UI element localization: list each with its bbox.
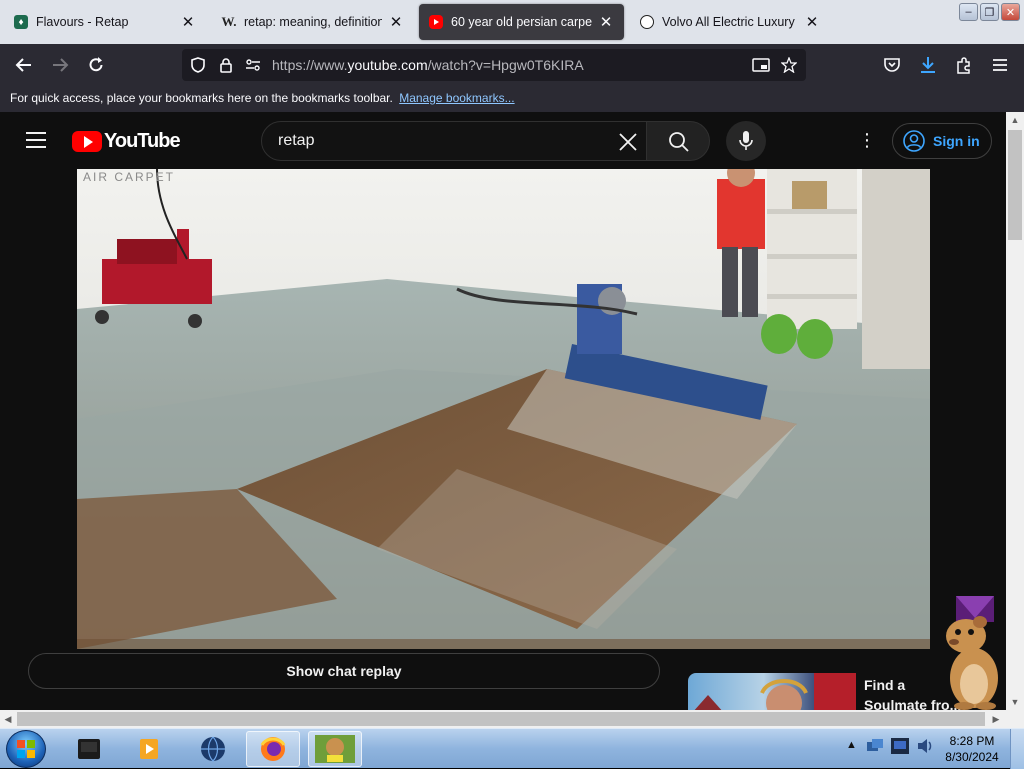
bookmarks-toolbar: For quick access, place your bookmarks h… xyxy=(0,86,1024,112)
tab-title: Flavours - Retap xyxy=(36,15,129,29)
close-tab-icon[interactable]: ✕ xyxy=(804,13,820,31)
show-hidden-icons-arrow[interactable]: ▲ xyxy=(846,739,857,751)
vertical-scroll-thumb[interactable] xyxy=(1008,130,1022,240)
vertical-scrollbar[interactable]: ▲ ▼ xyxy=(1006,112,1024,710)
watch-page: AIR CARPET Show chat replay Find a Soulm… xyxy=(0,169,1006,710)
scroll-down-arrow-icon[interactable]: ▼ xyxy=(1006,694,1024,710)
globe-icon[interactable] xyxy=(186,731,240,767)
tab-title: 60 year old persian carpet th xyxy=(451,15,592,29)
volvo-icon xyxy=(640,15,654,29)
close-tab-icon[interactable]: ✕ xyxy=(598,13,614,31)
clock-time: 8:28 PM xyxy=(949,734,995,748)
search-input[interactable]: retap xyxy=(261,121,647,161)
picture-in-picture-icon[interactable] xyxy=(752,55,770,75)
bookmarks-message: For quick access, place your bookmarks h… xyxy=(10,91,393,105)
tab-flavours-retap[interactable]: ♦ Flavours - Retap ✕ xyxy=(4,4,206,40)
tracking-shield-icon[interactable] xyxy=(189,55,207,75)
manage-bookmarks-link[interactable]: Manage bookmarks... xyxy=(399,91,514,105)
sign-in-label: Sign in xyxy=(933,133,980,149)
network-icon[interactable] xyxy=(866,737,884,758)
search-icon xyxy=(669,132,689,152)
voice-search-button[interactable] xyxy=(726,121,766,161)
tab-volvo-electric[interactable]: Volvo All Electric Luxury Vehi ✕ xyxy=(630,4,830,40)
horizontal-scroll-thumb[interactable] xyxy=(17,712,985,726)
close-window-button[interactable]: ✕ xyxy=(1001,3,1020,21)
account-circle-icon xyxy=(903,130,925,152)
guide-menu-icon[interactable] xyxy=(26,132,46,148)
search-button[interactable] xyxy=(646,121,710,161)
browser-tab-strip: ♦ Flavours - Retap ✕ W. retap: meaning, … xyxy=(0,0,1024,44)
start-button[interactable] xyxy=(6,730,46,768)
window-controls: – ❐ ✕ xyxy=(959,3,1020,21)
scroll-right-arrow-icon[interactable]: ▶ xyxy=(988,710,1004,728)
show-chat-replay-button[interactable]: Show chat replay xyxy=(28,653,660,689)
youtube-wordmark: YouTube xyxy=(104,130,181,152)
search-query: retap xyxy=(278,132,315,149)
downloads-icon[interactable] xyxy=(916,54,940,76)
close-tab-icon[interactable]: ✕ xyxy=(180,13,196,31)
settings-more-icon[interactable]: ⋮ xyxy=(858,131,876,150)
video-player[interactable]: AIR CARPET xyxy=(77,169,930,649)
firefox-icon[interactable] xyxy=(246,731,300,767)
lock-icon[interactable] xyxy=(217,55,235,75)
restore-button[interactable]: ❐ xyxy=(980,3,999,21)
tab-retap-meaning[interactable]: W. retap: meaning, definition - W ✕ xyxy=(212,4,414,40)
windows-taskbar: ▲ 8:28 PM 8/30/2024 xyxy=(0,728,1024,769)
tab-title: Volvo All Electric Luxury Vehi xyxy=(662,15,798,29)
youtube-logo[interactable]: YouTube xyxy=(72,130,181,153)
minimize-button[interactable]: – xyxy=(959,3,978,21)
hamster-mascot[interactable] xyxy=(940,596,1006,712)
youtube-icon xyxy=(429,15,443,29)
tab-persian-carpet-video[interactable]: 60 year old persian carpet th ✕ xyxy=(419,4,624,40)
system-clock[interactable]: 8:28 PM 8/30/2024 xyxy=(942,733,1002,765)
horizontal-scrollbar[interactable]: ◀ ▶ xyxy=(0,710,1024,728)
scroll-up-arrow-icon[interactable]: ▲ xyxy=(1006,112,1024,128)
game-box-icon[interactable] xyxy=(308,731,362,767)
speaker-icon[interactable] xyxy=(916,737,934,758)
video-frame: AIR CARPET xyxy=(77,169,930,649)
clock-date: 8/30/2024 xyxy=(945,750,999,764)
app-menu-icon[interactable] xyxy=(988,54,1012,76)
ad-thumbnail xyxy=(688,673,856,710)
video-watermark: AIR CARPET xyxy=(83,170,175,184)
tab-title: retap: meaning, definition - W xyxy=(244,15,382,29)
show-desktop-button[interactable] xyxy=(1010,729,1024,769)
sign-in-button[interactable]: Sign in xyxy=(892,123,992,159)
youtube-play-icon xyxy=(72,131,102,152)
windows-logo-icon xyxy=(17,740,35,758)
extensions-icon[interactable] xyxy=(952,54,976,76)
forward-arrow-icon[interactable] xyxy=(48,54,72,76)
youtube-header: YouTube retap ⋮ Sign in xyxy=(0,112,1006,169)
retap-drop-icon: ♦ xyxy=(14,15,28,29)
close-tab-icon[interactable]: ✕ xyxy=(388,13,404,31)
microphone-icon xyxy=(739,131,753,150)
navigation-toolbar: https://www.youtube.com/watch?v=Hpgw0T6K… xyxy=(0,44,1024,86)
media-player-icon[interactable] xyxy=(122,731,176,767)
pocket-icon[interactable] xyxy=(880,54,904,76)
media-center-icon[interactable] xyxy=(62,731,116,767)
clear-search-icon[interactable] xyxy=(616,130,640,154)
address-bar[interactable]: https://www.youtube.com/watch?v=Hpgw0T6K… xyxy=(182,49,806,81)
device-icon[interactable] xyxy=(890,735,912,760)
reload-icon[interactable] xyxy=(84,54,108,76)
scroll-left-arrow-icon[interactable]: ◀ xyxy=(0,710,16,728)
page-permissions-icon[interactable] xyxy=(244,55,262,75)
wiktionary-w-icon: W. xyxy=(221,14,237,29)
url-text: https://www.youtube.com/watch?v=Hpgw0T6K… xyxy=(272,57,584,73)
back-arrow-icon[interactable] xyxy=(12,54,36,76)
bookmark-star-icon[interactable] xyxy=(780,55,798,75)
